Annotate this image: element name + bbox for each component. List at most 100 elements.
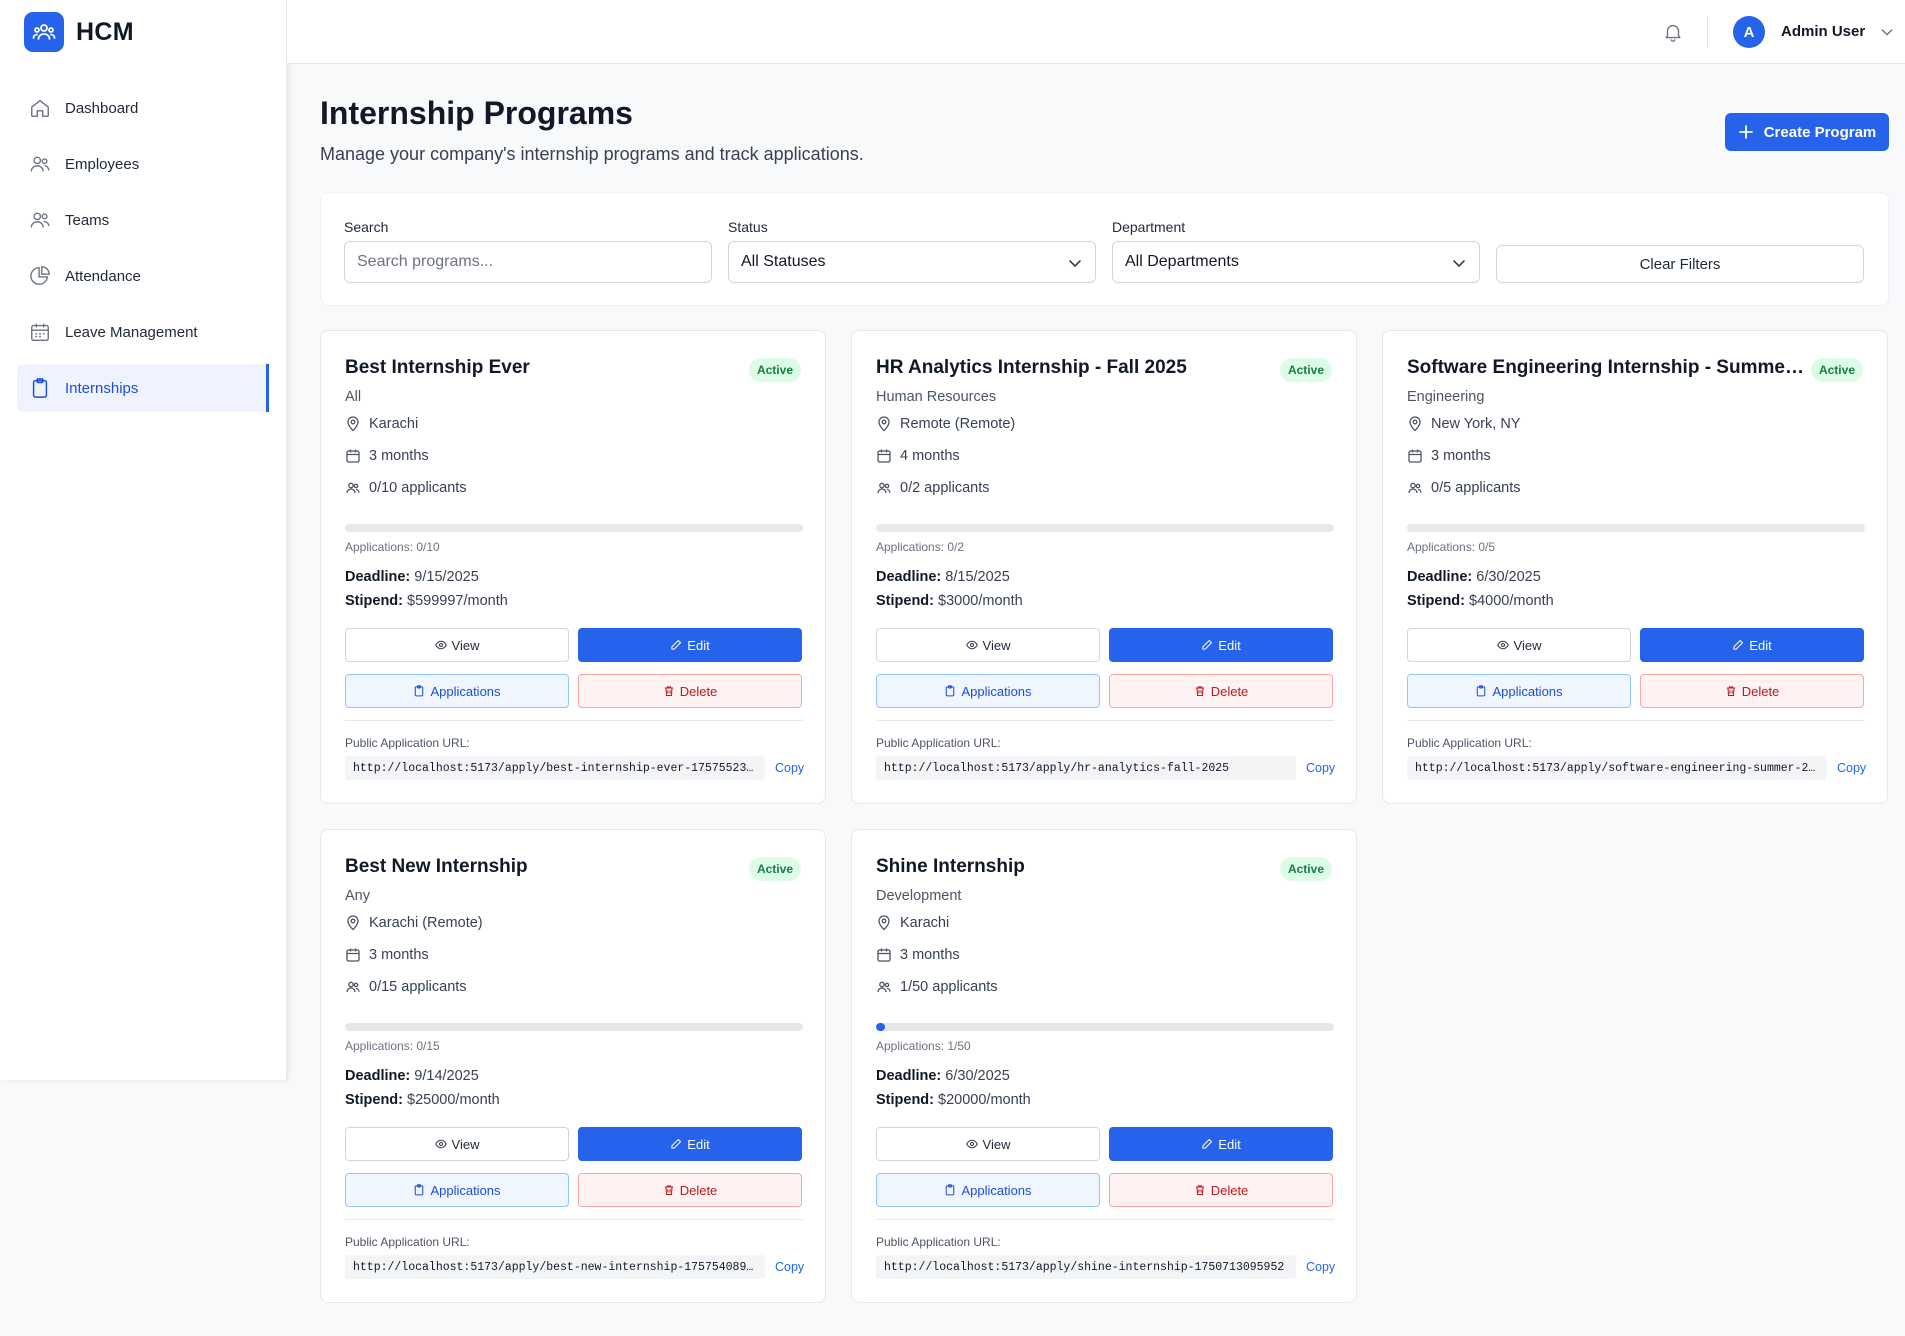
program-applicants: 0/2 applicants (900, 480, 990, 496)
public-url-field[interactable]: http://localhost:5173/apply/shine-intern… (876, 1255, 1296, 1279)
public-url-field[interactable]: http://localhost:5173/apply/best-interns… (345, 756, 765, 780)
edit-button[interactable]: Edit (578, 628, 802, 662)
public-url-field[interactable]: http://localhost:5173/apply/software-eng… (1407, 756, 1827, 780)
public-url-field[interactable]: http://localhost:5173/apply/best-new-int… (345, 1255, 765, 1279)
view-button[interactable]: View (876, 1127, 1100, 1161)
applications-button[interactable]: Applications (876, 1173, 1100, 1207)
duration-row: 3 months (1407, 448, 1491, 464)
public-url-value: http://localhost:5173/apply/shine-intern… (884, 1260, 1285, 1274)
sidebar-item-internships[interactable]: Internships (17, 364, 269, 412)
applications-button[interactable]: Applications (876, 674, 1100, 708)
status-select[interactable]: All Statuses (728, 241, 1096, 283)
trash-icon (1726, 686, 1735, 697)
applications-label: Applications (430, 683, 501, 699)
delete-button[interactable]: Delete (1109, 674, 1333, 708)
sidebar-item-teams[interactable]: Teams (17, 196, 269, 244)
edit-button[interactable]: Edit (1109, 1127, 1333, 1161)
sidebar-item-dashboard[interactable]: Dashboard (17, 84, 269, 132)
delete-button[interactable]: Delete (578, 1173, 802, 1207)
eye-icon (1496, 640, 1509, 650)
view-button[interactable]: View (1407, 628, 1631, 662)
sidebar-item-attendance[interactable]: Attendance (17, 252, 269, 300)
delete-button[interactable]: Delete (1109, 1173, 1333, 1207)
stipend-row: Stipend: $3000/month (876, 593, 1023, 609)
program-duration: 4 months (900, 448, 960, 464)
search-input[interactable] (344, 241, 712, 283)
applications-count: Applications: 0/15 (345, 1039, 440, 1053)
applications-button[interactable]: Applications (1407, 674, 1631, 708)
program-applicants: 0/10 applicants (369, 480, 467, 496)
public-url-label: Public Application URL: (1407, 736, 1532, 750)
program-title[interactable]: Best Internship Ever (345, 357, 745, 379)
duration-row: 3 months (345, 448, 429, 464)
applications-button[interactable]: Applications (345, 674, 569, 708)
copy-url-button[interactable]: Copy (1837, 761, 1866, 775)
calendar-icon (346, 948, 360, 962)
status-badge: Active (1279, 358, 1332, 382)
pencil-icon (1202, 639, 1213, 650)
delete-button[interactable]: Delete (578, 674, 802, 708)
copy-url-button[interactable]: Copy (775, 1260, 804, 1274)
program-duration: 3 months (369, 947, 429, 963)
applications-progress-bar (1407, 524, 1865, 532)
department-label: Department (1112, 219, 1186, 235)
copy-url-button[interactable]: Copy (1306, 761, 1335, 775)
bell-icon[interactable] (1662, 20, 1684, 44)
public-url-label: Public Application URL: (345, 1235, 470, 1249)
top-bar: A Admin User (287, 0, 1905, 64)
create-program-button[interactable]: Create Program (1725, 113, 1889, 151)
program-location: Karachi (369, 416, 419, 432)
applications-count: Applications: 1/50 (876, 1039, 971, 1053)
department-select[interactable]: All Departments (1112, 241, 1480, 283)
applicants-row: 0/5 applicants (1407, 480, 1520, 496)
card-divider (876, 1219, 1334, 1220)
program-department: All (345, 389, 362, 405)
user-name[interactable]: Admin User (1781, 23, 1865, 40)
avatar[interactable]: A (1733, 16, 1765, 48)
page-title: Internship Programs (320, 95, 633, 131)
view-button[interactable]: View (345, 628, 569, 662)
copy-url-button[interactable]: Copy (1306, 1260, 1335, 1274)
program-title[interactable]: HR Analytics Internship - Fall 2025 (876, 357, 1276, 379)
department-value: All Departments (1125, 253, 1239, 270)
copy-url-button[interactable]: Copy (775, 761, 804, 775)
program-department: Any (345, 888, 370, 904)
trash-icon (664, 1185, 673, 1196)
program-title[interactable]: Shine Internship (876, 856, 1276, 878)
view-label: View (982, 637, 1011, 653)
deadline-label: Deadline: (345, 1068, 411, 1084)
deadline-value: 9/15/2025 (414, 569, 479, 585)
program-duration: 3 months (1431, 448, 1491, 464)
sidebar-item-leave-management[interactable]: Leave Management (17, 308, 269, 356)
public-url-field[interactable]: http://localhost:5173/apply/hr-analytics… (876, 756, 1296, 780)
edit-label: Edit (1218, 1136, 1241, 1152)
view-label: View (1513, 637, 1542, 653)
location-row: New York, NY (1407, 416, 1520, 432)
edit-button[interactable]: Edit (1109, 628, 1333, 662)
delete-button[interactable]: Delete (1640, 674, 1864, 708)
delete-label: Delete (679, 1182, 718, 1198)
stipend-row: Stipend: $4000/month (1407, 593, 1554, 609)
applications-count: Applications: 0/10 (345, 540, 440, 554)
clipboard-icon (415, 685, 424, 697)
view-button[interactable]: View (345, 1127, 569, 1161)
delete-label: Delete (679, 683, 718, 699)
program-title[interactable]: Best New Internship (345, 856, 745, 878)
sidebar-item-employees[interactable]: Employees (17, 140, 269, 188)
view-button[interactable]: View (876, 628, 1100, 662)
pencil-icon (1733, 639, 1744, 650)
edit-button[interactable]: Edit (1640, 628, 1864, 662)
chevron-down-icon[interactable] (1879, 24, 1895, 40)
applications-label: Applications (430, 1182, 501, 1198)
map-pin-icon (1409, 416, 1421, 432)
public-url-label: Public Application URL: (876, 1235, 1001, 1249)
brand[interactable]: HCM (0, 0, 286, 64)
program-title[interactable]: Software Engineering Internship - Summer… (1407, 357, 1807, 379)
applications-button[interactable]: Applications (345, 1173, 569, 1207)
applicants-row: 0/10 applicants (345, 480, 467, 496)
public-url-value: http://localhost:5173/apply/software-eng… (1415, 761, 1819, 775)
edit-button[interactable]: Edit (578, 1127, 802, 1161)
program-location: Remote (Remote) (900, 416, 1016, 432)
clear-filters-button[interactable]: Clear Filters (1496, 245, 1864, 283)
deadline-row: Deadline: 9/14/2025 (345, 1068, 479, 1084)
